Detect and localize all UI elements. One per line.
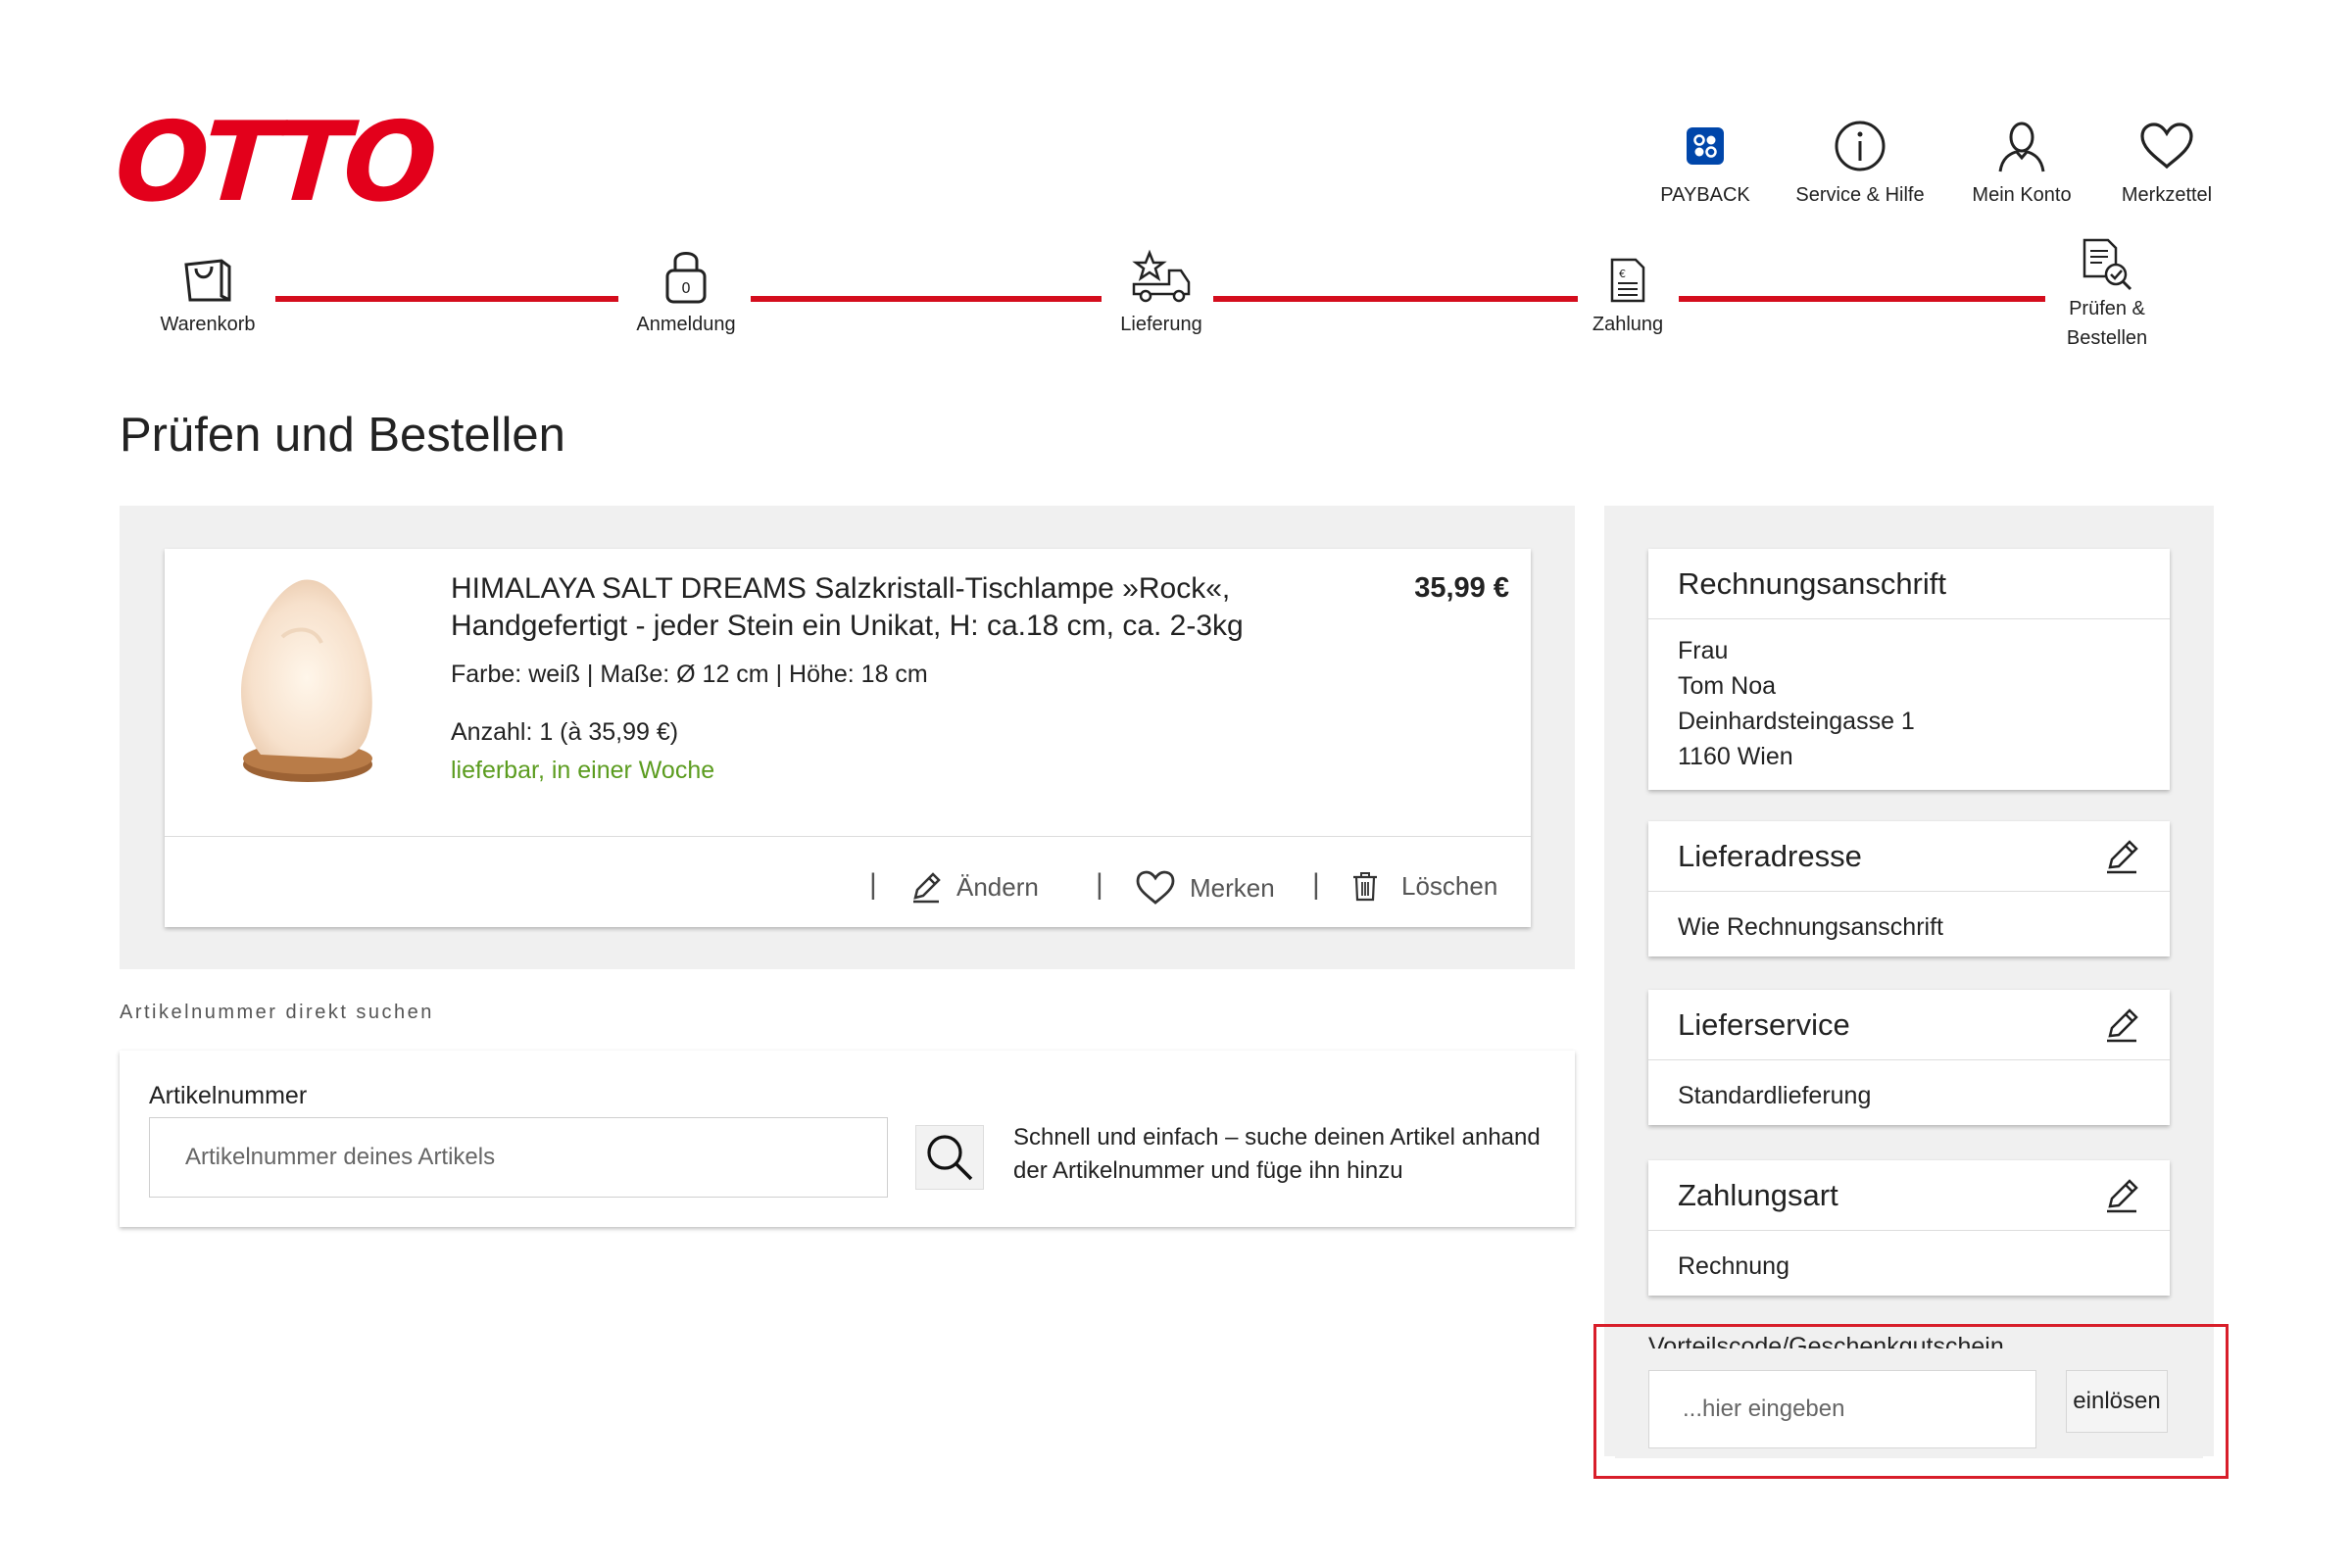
svg-text:0: 0	[681, 279, 691, 297]
bag-icon	[184, 259, 231, 302]
billing-line: Tom Noa	[1678, 672, 1777, 700]
step-warenkorb[interactable]: Warenkorb	[149, 245, 267, 339]
topnav-service[interactable]: Service & Hilfe	[1782, 116, 1938, 207]
article-number-input[interactable]	[149, 1117, 888, 1198]
product-quantity: Anzahl: 1 (à 35,99 €)	[451, 718, 679, 746]
page-title: Prüfen und Bestellen	[120, 409, 565, 462]
voucher-highlight-box	[1593, 1324, 2229, 1479]
payment-value: Rechnung	[1678, 1252, 1789, 1280]
trash-icon	[1353, 872, 1377, 902]
step-connector	[1679, 296, 2045, 302]
invoice-icon: €	[1610, 258, 1645, 303]
lock-icon: 0	[665, 252, 707, 304]
billing-line: 1160 Wien	[1678, 743, 1793, 770]
action-separator: |	[1096, 868, 1103, 901]
article-search-button[interactable]	[915, 1125, 984, 1190]
step-connector	[1213, 296, 1578, 302]
step-connector	[275, 296, 618, 302]
billing-address-card: Rechnungsanschrift Frau Tom Noa Deinhard…	[1648, 549, 2170, 790]
payment-title: Zahlungsart	[1678, 1177, 1838, 1212]
delivery-address-value: Wie Rechnungsanschrift	[1678, 913, 1943, 941]
delivery-address-title: Lieferadresse	[1678, 838, 1862, 873]
logo-text: OTTO	[111, 99, 436, 226]
delete-button[interactable]: Löschen	[1350, 870, 1497, 902]
heart-icon	[1136, 870, 1175, 905]
pencil-icon	[913, 872, 941, 904]
step-connector	[751, 296, 1102, 302]
edit-label: Ändern	[956, 871, 1039, 902]
delivery-address-card: Lieferadresse Wie Rechnungsanschrift	[1648, 821, 2170, 956]
truck-icon	[1132, 249, 1191, 303]
delivery-service-card: Lieferservice Standardlieferung	[1648, 990, 2170, 1125]
step-label: Zahlung	[1592, 314, 1664, 335]
product-name[interactable]: HIMALAYA SALT DREAMS Salzkristall-Tischl…	[451, 570, 1264, 645]
save-label: Merken	[1190, 872, 1275, 903]
topnav-label: Service & Hilfe	[1795, 184, 1925, 206]
article-number-label: Artikelnummer	[149, 1082, 308, 1109]
svg-text:€: €	[1619, 268, 1626, 280]
topnav-label: Mein Konto	[1972, 184, 2072, 206]
topnav-payback[interactable]: PAYBACK	[1646, 116, 1764, 207]
otto-logo[interactable]: OTTO	[111, 99, 435, 226]
save-to-wishlist-button[interactable]: Merken	[1135, 870, 1275, 906]
delete-label: Löschen	[1401, 870, 1498, 901]
product-price: 35,99 €	[1414, 572, 1509, 604]
topnav-label: Merkzettel	[2121, 184, 2213, 206]
search-icon	[927, 1135, 973, 1181]
payback-icon	[1687, 127, 1724, 165]
edit-delivery-address-icon[interactable]	[2103, 838, 2140, 875]
step-label-line2: Bestellen	[2066, 327, 2148, 349]
payment-method-card: Zahlungsart Rechnung	[1648, 1160, 2170, 1296]
billing-title: Rechnungsanschrift	[1678, 565, 1946, 601]
edit-payment-icon[interactable]	[2103, 1177, 2140, 1214]
step-label-line1: Prüfen &	[2069, 298, 2145, 319]
delivery-service-title: Lieferservice	[1678, 1006, 1850, 1042]
edit-button[interactable]: Ändern	[909, 870, 1039, 904]
article-search-heading: Artikelnummer direkt suchen	[120, 1002, 434, 1023]
step-pruefen-bestellen[interactable]: Prüfen & Bestellen	[2043, 235, 2171, 353]
step-anmeldung[interactable]: 0 Anmeldung	[627, 245, 745, 339]
step-zahlung[interactable]: € Zahlung	[1569, 245, 1687, 339]
card-divider	[165, 836, 1531, 837]
topnav-account[interactable]: Mein Konto	[1958, 116, 2085, 207]
billing-line: Frau	[1678, 637, 1729, 664]
topnav-label: PAYBACK	[1660, 184, 1750, 206]
user-icon	[1998, 122, 2045, 172]
product-image[interactable]	[223, 568, 390, 794]
edit-delivery-service-icon[interactable]	[2103, 1006, 2140, 1044]
action-separator: |	[869, 868, 877, 901]
info-icon	[1835, 121, 1886, 172]
billing-line: Deinhardsteingasse 1	[1678, 708, 1915, 735]
step-label: Warenkorb	[160, 314, 256, 335]
delivery-service-value: Standardlieferung	[1678, 1082, 1872, 1109]
product-attributes: Farbe: weiß | Maße: Ø 12 cm | Höhe: 18 c…	[451, 661, 928, 688]
availability-status: lieferbar, in einer Woche	[451, 757, 715, 784]
topnav-wishlist[interactable]: Merkzettel	[2103, 116, 2230, 207]
document-check-icon	[2082, 238, 2132, 291]
article-search-hint: Schnell und einfach – suche deinen Artik…	[1013, 1124, 1541, 1184]
action-separator: |	[1312, 868, 1320, 901]
heart-icon	[2140, 122, 2193, 170]
step-label: Anmeldung	[636, 314, 736, 335]
step-label: Lieferung	[1120, 314, 1202, 335]
step-lieferung[interactable]: Lieferung	[1102, 245, 1220, 339]
